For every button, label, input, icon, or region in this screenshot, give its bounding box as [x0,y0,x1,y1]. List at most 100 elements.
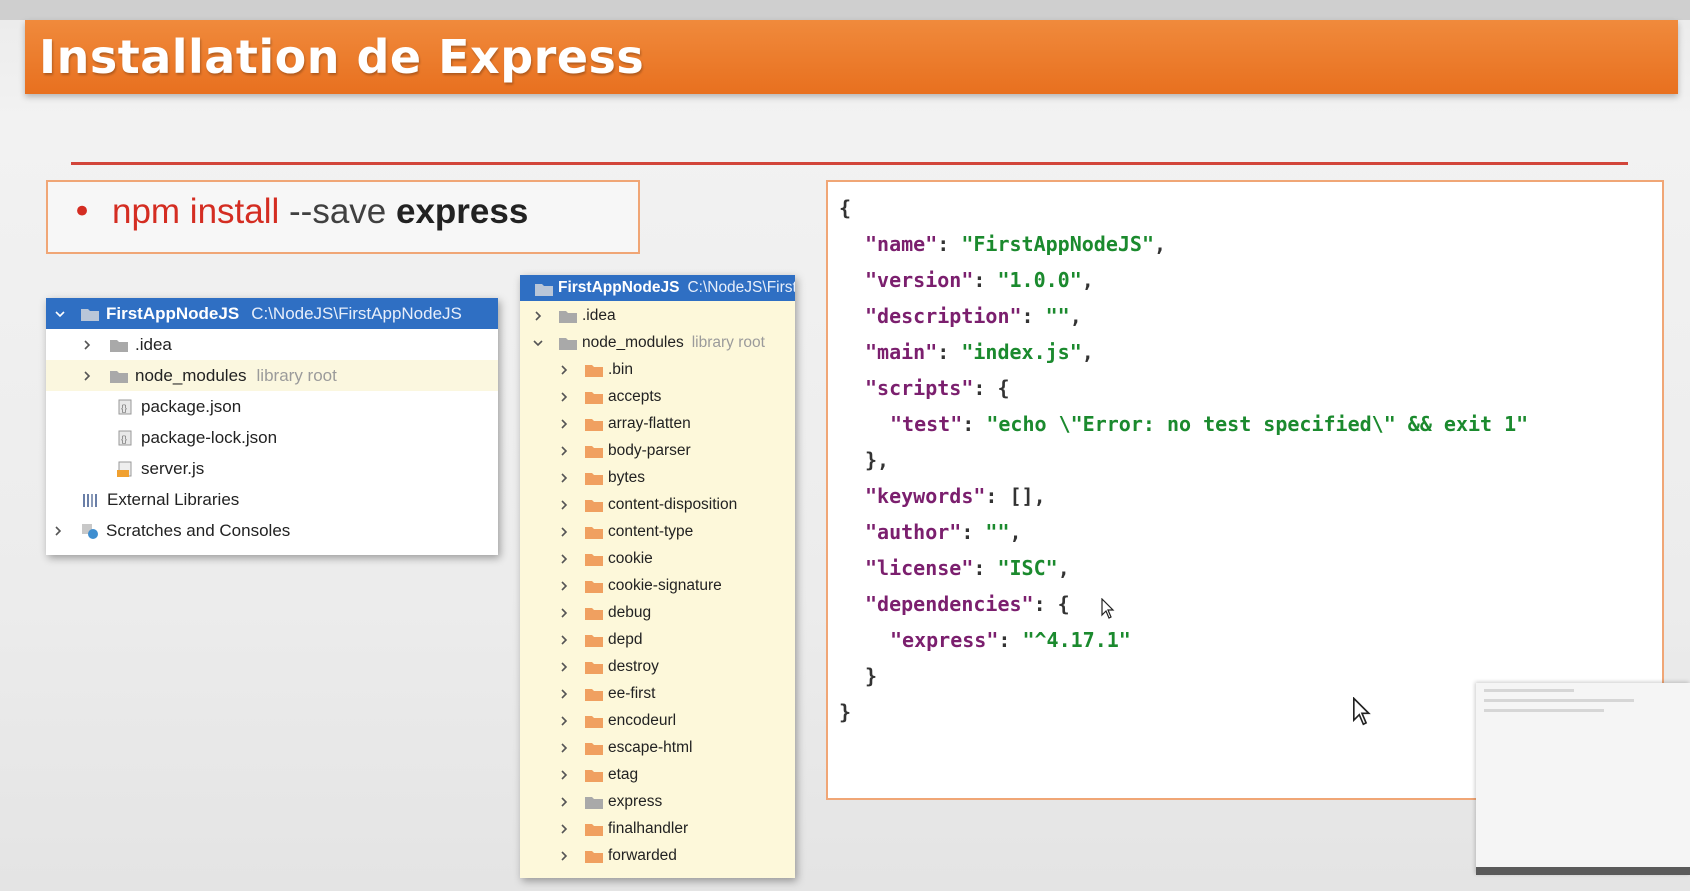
json-key: "main" [865,340,938,364]
tree2-item-node-modules[interactable]: node_modules library root [520,329,795,356]
tree2-folder-row[interactable]: body-parser [520,437,795,464]
chevron-right-icon[interactable] [558,391,570,403]
json-key: "author" [865,520,962,544]
folder-icon [584,821,604,836]
chevron-right-icon[interactable] [558,364,570,376]
folder-icon [584,848,604,863]
tree2-folder-row[interactable]: cookie [520,545,795,572]
tree-root-project[interactable]: FirstAppNodeJS C:\NodeJS\FirstAppNodeJS [46,298,498,329]
tree2-folder-label: accepts [608,387,662,405]
chevron-right-icon[interactable] [81,339,93,351]
chevron-right-icon[interactable] [558,715,570,727]
json-close-scripts: }, [865,448,890,472]
json-key: "version" [865,268,974,292]
tree2-item-idea[interactable]: .idea [520,302,795,329]
tree2-item-label: .idea [582,306,616,324]
tree2-folder-label: content-type [608,522,694,540]
tree2-folder-label: cookie [608,549,653,567]
folder-icon [584,443,604,458]
tree-item-node-modules[interactable]: node_modules library root [46,360,498,391]
json-key: "scripts" [865,376,974,400]
tree2-folder-row[interactable]: array-flatten [520,410,795,437]
chevron-right-icon[interactable] [558,796,570,808]
tree2-folder-label: destroy [608,657,659,675]
chevron-right-icon[interactable] [81,370,93,382]
bullet: • [72,192,93,232]
json-close-brace: } [839,700,852,724]
json-line-express: "express": "^4.17.1" [890,628,1131,652]
json-key: "test" [890,412,963,436]
chevron-right-icon[interactable] [532,310,544,322]
node-modules-tree-panel: FirstAppNodeJS C:\NodeJS\First .idea nod… [520,275,795,878]
tree2-folder-label: bytes [608,468,646,486]
tree-item-label: package.json [141,396,242,416]
chevron-right-icon[interactable] [558,526,570,538]
chevron-down-icon[interactable] [54,308,66,320]
tree-item-external-libraries[interactable]: External Libraries [46,484,498,515]
folder-icon [584,389,604,404]
chevron-right-icon[interactable] [558,418,570,430]
json-line-author: "author": "", [865,520,1022,544]
tree2-folder-row[interactable]: destroy [520,653,795,680]
tree2-folder-label: encodeurl [608,711,677,729]
tree2-root-project[interactable]: FirstAppNodeJS C:\NodeJS\First [520,275,795,301]
tree-item-package-lock-json[interactable]: {} package-lock.json [46,422,498,453]
tree2-folder-row[interactable]: content-type [520,518,795,545]
library-root-label: library root [691,333,765,351]
chevron-right-icon[interactable] [558,445,570,457]
tree2-folder-row[interactable]: encodeurl [520,707,795,734]
chevron-right-icon[interactable] [558,850,570,862]
tree2-project-path: C:\NodeJS\First [687,279,795,296]
tree-item-scratches[interactable]: Scratches and Consoles [46,515,498,546]
tree2-folder-row[interactable]: cookie-signature [520,572,795,599]
chevron-right-icon[interactable] [52,525,64,537]
chevron-right-icon[interactable] [558,472,570,484]
chevron-right-icon[interactable] [558,499,570,511]
chevron-down-icon[interactable] [532,337,544,349]
tree2-folder-row[interactable]: .bin [520,356,795,383]
tree-item-package-json[interactable]: {} package.json [46,391,498,422]
tree2-project-name: FirstAppNodeJS [558,279,680,296]
tree-item-server-js[interactable]: server.js [46,453,498,484]
tree2-folder-row[interactable]: express [520,788,795,815]
tree-item-label: server.js [141,458,205,478]
json-file-icon: {} [115,399,135,415]
chevron-right-icon[interactable] [558,823,570,835]
chevron-right-icon[interactable] [558,580,570,592]
folder-icon [584,362,604,377]
folder-icon [584,416,604,431]
tree2-folder-label: body-parser [608,441,691,459]
folder-icon [584,632,604,647]
svg-text:{}: {} [121,403,127,413]
tree2-folder-row[interactable]: debug [520,599,795,626]
chevron-right-icon[interactable] [558,742,570,754]
tree2-folder-row[interactable]: etag [520,761,795,788]
slide-title-bar: Installation de Express [25,20,1678,94]
tree-item-idea[interactable]: .idea [46,329,498,360]
json-value: "1.0.0" [997,268,1082,292]
chevron-right-icon[interactable] [558,661,570,673]
json-line-main: "main": "index.js", [865,340,1094,364]
tree2-folder-row[interactable]: escape-html [520,734,795,761]
chevron-right-icon[interactable] [558,769,570,781]
tree2-folder-row[interactable]: bytes [520,464,795,491]
chevron-right-icon[interactable] [558,634,570,646]
tree2-folder-label: forwarded [608,846,677,864]
json-key: "keywords" [865,484,986,508]
json-key: "dependencies" [865,592,1034,616]
tree2-folder-row[interactable]: accepts [520,383,795,410]
top-strip [0,0,1690,20]
tree2-folder-row[interactable]: depd [520,626,795,653]
chevron-right-icon[interactable] [558,688,570,700]
json-value: "ISC" [997,556,1058,580]
tree2-folder-row[interactable]: forwarded [520,842,795,869]
chevron-right-icon[interactable] [558,553,570,565]
scratches-icon [80,523,100,539]
tree2-folder-label: array-flatten [608,414,691,432]
folder-icon [584,578,604,593]
tree2-folder-row[interactable]: ee-first [520,680,795,707]
tree2-folder-row[interactable]: finalhandler [520,815,795,842]
chevron-right-icon[interactable] [558,607,570,619]
tree2-folder-row[interactable]: content-disposition [520,491,795,518]
json-value: "index.js" [961,340,1082,364]
